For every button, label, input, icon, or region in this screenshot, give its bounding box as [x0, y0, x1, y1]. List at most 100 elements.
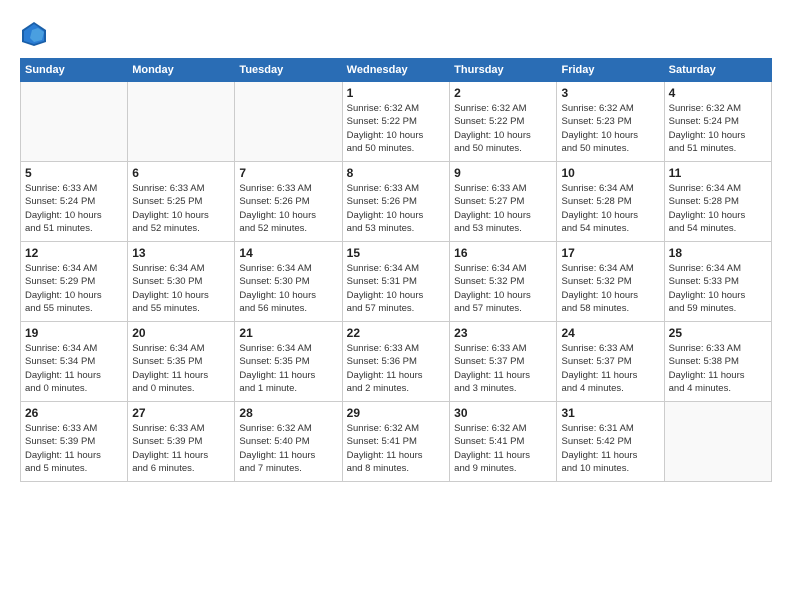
day-info: Sunrise: 6:33 AM Sunset: 5:25 PM Dayligh… — [132, 182, 230, 235]
day-info: Sunrise: 6:33 AM Sunset: 5:39 PM Dayligh… — [25, 422, 123, 475]
calendar: SundayMondayTuesdayWednesdayThursdayFrid… — [20, 58, 772, 482]
day-info: Sunrise: 6:33 AM Sunset: 5:39 PM Dayligh… — [132, 422, 230, 475]
day-number: 1 — [347, 86, 445, 100]
day-info: Sunrise: 6:34 AM Sunset: 5:34 PM Dayligh… — [25, 342, 123, 395]
calendar-cell: 12Sunrise: 6:34 AM Sunset: 5:29 PM Dayli… — [21, 242, 128, 322]
calendar-cell: 7 Sunrise: 6:33 AM Sunset: 5:26 PM Daylig… — [235, 162, 342, 242]
calendar-cell: 17 Sunrise: 6:34 AM Sunset: 5:32 PM Dayli… — [557, 242, 664, 322]
calendar-cell: 6 Sunrise: 6:33 AM Sunset: 5:25 PM Daylig… — [128, 162, 235, 242]
day-number: 5 — [25, 166, 123, 180]
day-number: 7 — [239, 166, 337, 180]
page: SundayMondayTuesdayWednesdayThursdayFrid… — [0, 0, 792, 612]
day-number: 29 — [347, 406, 445, 420]
calendar-cell: 3 Sunrise: 6:32 AM Sunset: 5:23 PM Daylig… — [557, 82, 664, 162]
day-info: Sunrise: 6:34 AM Sunset: 5:32 PM Dayligh… — [454, 262, 552, 315]
calendar-cell: 10 Sunrise: 6:34 AM Sunset: 5:28 PM Dayli… — [557, 162, 664, 242]
day-info: Sunrise: 6:34 AM Sunset: 5:30 PM Dayligh… — [239, 262, 337, 315]
day-info: Sunrise: 6:33 AM Sunset: 5:36 PM Dayligh… — [347, 342, 445, 395]
week-row-1: 5 Sunrise: 6:33 AM Sunset: 5:24 PM Daylig… — [21, 162, 772, 242]
calendar-cell: 9 Sunrise: 6:33 AM Sunset: 5:27 PM Daylig… — [450, 162, 557, 242]
day-info: Sunrise: 6:33 AM Sunset: 5:24 PM Dayligh… — [25, 182, 123, 235]
week-row-3: 19 Sunrise: 6:34 AM Sunset: 5:34 PM Dayli… — [21, 322, 772, 402]
day-info: Sunrise: 6:34 AM Sunset: 5:28 PM Dayligh… — [669, 182, 767, 235]
calendar-cell: 28 Sunrise: 6:32 AM Sunset: 5:40 PM Dayli… — [235, 402, 342, 482]
week-row-0: 1 Sunrise: 6:32 AM Sunset: 5:22 PM Daylig… — [21, 82, 772, 162]
calendar-cell: 2 Sunrise: 6:32 AM Sunset: 5:22 PM Daylig… — [450, 82, 557, 162]
day-info: Sunrise: 6:34 AM Sunset: 5:31 PM Dayligh… — [347, 262, 445, 315]
week-row-2: 12Sunrise: 6:34 AM Sunset: 5:29 PM Dayli… — [21, 242, 772, 322]
day-info: Sunrise: 6:34 AM Sunset: 5:30 PM Dayligh… — [132, 262, 230, 315]
weekday-header-monday: Monday — [128, 59, 235, 82]
calendar-cell — [664, 402, 771, 482]
day-info: Sunrise: 6:34 AM Sunset: 5:35 PM Dayligh… — [239, 342, 337, 395]
day-number: 9 — [454, 166, 552, 180]
day-info: Sunrise: 6:32 AM Sunset: 5:40 PM Dayligh… — [239, 422, 337, 475]
calendar-cell: 15 Sunrise: 6:34 AM Sunset: 5:31 PM Dayli… — [342, 242, 449, 322]
day-number: 24 — [561, 326, 659, 340]
day-info: Sunrise: 6:33 AM Sunset: 5:38 PM Dayligh… — [669, 342, 767, 395]
day-info: Sunrise: 6:33 AM Sunset: 5:26 PM Dayligh… — [239, 182, 337, 235]
logo — [20, 20, 52, 48]
calendar-cell: 13 Sunrise: 6:34 AM Sunset: 5:30 PM Dayli… — [128, 242, 235, 322]
calendar-cell: 19 Sunrise: 6:34 AM Sunset: 5:34 PM Dayli… — [21, 322, 128, 402]
day-info: Sunrise: 6:34 AM Sunset: 5:33 PM Dayligh… — [669, 262, 767, 315]
day-info: Sunrise: 6:31 AM Sunset: 5:42 PM Dayligh… — [561, 422, 659, 475]
weekday-header-friday: Friday — [557, 59, 664, 82]
calendar-cell: 5 Sunrise: 6:33 AM Sunset: 5:24 PM Daylig… — [21, 162, 128, 242]
day-number: 25 — [669, 326, 767, 340]
day-info: Sunrise: 6:32 AM Sunset: 5:22 PM Dayligh… — [454, 102, 552, 155]
day-number: 13 — [132, 246, 230, 260]
day-number: 6 — [132, 166, 230, 180]
calendar-cell: 8Sunrise: 6:33 AM Sunset: 5:26 PM Daylig… — [342, 162, 449, 242]
day-info: Sunrise: 6:32 AM Sunset: 5:22 PM Dayligh… — [347, 102, 445, 155]
weekday-header-wednesday: Wednesday — [342, 59, 449, 82]
calendar-cell: 18 Sunrise: 6:34 AM Sunset: 5:33 PM Dayli… — [664, 242, 771, 322]
calendar-cell: 29 Sunrise: 6:32 AM Sunset: 5:41 PM Dayli… — [342, 402, 449, 482]
day-number: 26 — [25, 406, 123, 420]
calendar-cell — [235, 82, 342, 162]
day-number: 22 — [347, 326, 445, 340]
calendar-cell: 25 Sunrise: 6:33 AM Sunset: 5:38 PM Dayli… — [664, 322, 771, 402]
day-info: Sunrise: 6:33 AM Sunset: 5:27 PM Dayligh… — [454, 182, 552, 235]
day-info: Sunrise: 6:34 AM Sunset: 5:29 PM Dayligh… — [25, 262, 123, 315]
weekday-header-tuesday: Tuesday — [235, 59, 342, 82]
calendar-cell: 4 Sunrise: 6:32 AM Sunset: 5:24 PM Daylig… — [664, 82, 771, 162]
day-number: 15 — [347, 246, 445, 260]
day-info: Sunrise: 6:34 AM Sunset: 5:28 PM Dayligh… — [561, 182, 659, 235]
day-number: 18 — [669, 246, 767, 260]
day-number: 28 — [239, 406, 337, 420]
calendar-cell: 14 Sunrise: 6:34 AM Sunset: 5:30 PM Dayli… — [235, 242, 342, 322]
day-number: 19 — [25, 326, 123, 340]
header — [20, 20, 772, 48]
weekday-header-sunday: Sunday — [21, 59, 128, 82]
calendar-cell: 27 Sunrise: 6:33 AM Sunset: 5:39 PM Dayli… — [128, 402, 235, 482]
calendar-cell: 11 Sunrise: 6:34 AM Sunset: 5:28 PM Dayli… — [664, 162, 771, 242]
day-number: 4 — [669, 86, 767, 100]
day-info: Sunrise: 6:33 AM Sunset: 5:37 PM Dayligh… — [454, 342, 552, 395]
calendar-cell: 23Sunrise: 6:33 AM Sunset: 5:37 PM Dayli… — [450, 322, 557, 402]
calendar-cell: 16 Sunrise: 6:34 AM Sunset: 5:32 PM Dayli… — [450, 242, 557, 322]
day-info: Sunrise: 6:32 AM Sunset: 5:41 PM Dayligh… — [454, 422, 552, 475]
calendar-cell: 24 Sunrise: 6:33 AM Sunset: 5:37 PM Dayli… — [557, 322, 664, 402]
day-number: 20 — [132, 326, 230, 340]
day-number: 31 — [561, 406, 659, 420]
day-number: 17 — [561, 246, 659, 260]
day-number: 10 — [561, 166, 659, 180]
day-info: Sunrise: 6:33 AM Sunset: 5:37 PM Dayligh… — [561, 342, 659, 395]
day-number: 30 — [454, 406, 552, 420]
day-number: 3 — [561, 86, 659, 100]
weekday-header-thursday: Thursday — [450, 59, 557, 82]
day-number: 11 — [669, 166, 767, 180]
day-info: Sunrise: 6:32 AM Sunset: 5:41 PM Dayligh… — [347, 422, 445, 475]
day-number: 2 — [454, 86, 552, 100]
logo-icon — [20, 20, 48, 48]
calendar-cell: 30 Sunrise: 6:32 AM Sunset: 5:41 PM Dayli… — [450, 402, 557, 482]
day-number: 14 — [239, 246, 337, 260]
day-info: Sunrise: 6:32 AM Sunset: 5:24 PM Dayligh… — [669, 102, 767, 155]
calendar-cell: 22 Sunrise: 6:33 AM Sunset: 5:36 PM Dayli… — [342, 322, 449, 402]
day-number: 27 — [132, 406, 230, 420]
day-info: Sunrise: 6:32 AM Sunset: 5:23 PM Dayligh… — [561, 102, 659, 155]
day-info: Sunrise: 6:34 AM Sunset: 5:32 PM Dayligh… — [561, 262, 659, 315]
day-number: 16 — [454, 246, 552, 260]
day-info: Sunrise: 6:33 AM Sunset: 5:26 PM Dayligh… — [347, 182, 445, 235]
